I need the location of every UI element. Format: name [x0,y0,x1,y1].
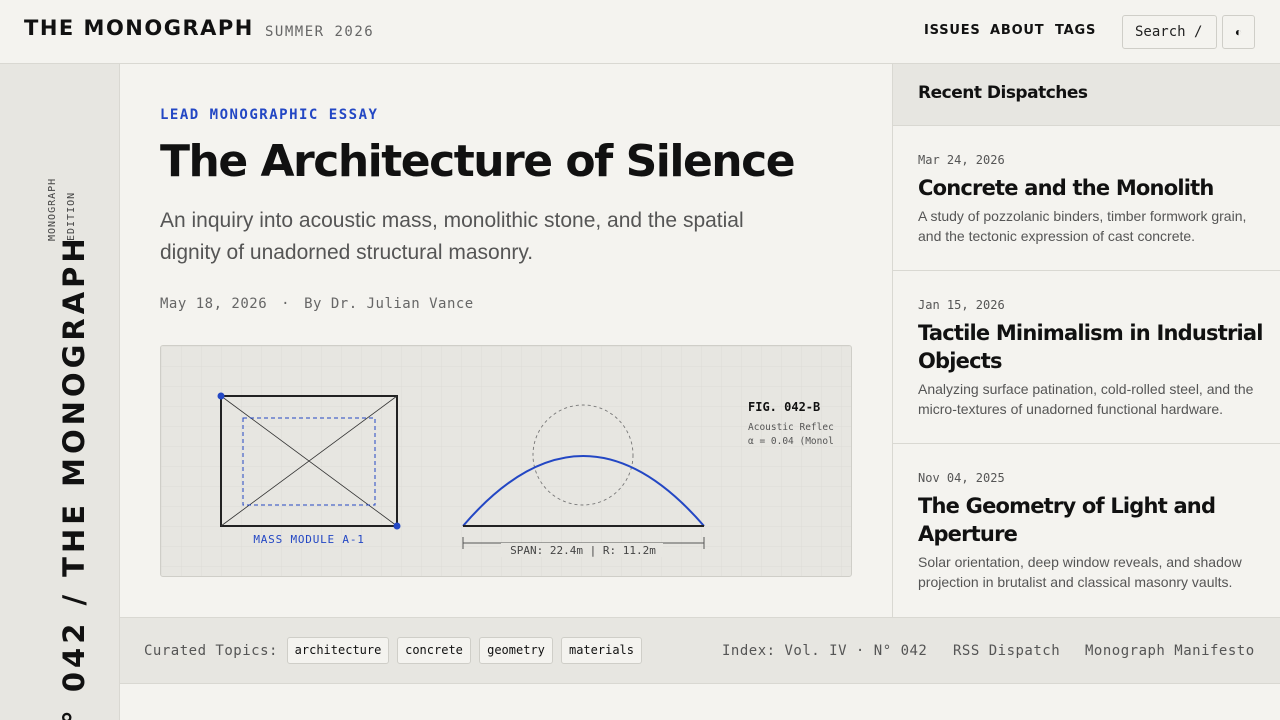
dispatch-title[interactable]: Concrete and the Monolith [918,174,1263,202]
tag-geometry[interactable]: geometry [479,637,553,664]
article-kicker: LEAD MONOGRAPHIC ESSAY [160,107,379,123]
recent-dispatches-sidebar: Recent Dispatches Mar 24, 2026 Concrete … [892,64,1280,617]
figure-caption-line1: Acoustic Reflec [748,422,834,433]
rss-link[interactable]: RSS Dispatch [953,643,1060,659]
theme-toggle-icon[interactable]: ◐ [1222,15,1255,49]
article-meta: May 18, 2026 · By Dr. Julian Vance [160,296,474,312]
topics-label: Curated Topics: [144,643,278,659]
top-navigation-bar: THE MONOGRAPH SUMMER 2026 ISSUES ABOUT T… [0,0,1280,64]
span-label: SPAN: 22.4m | R: 11.2m [510,544,656,557]
volume-index: Index: Vol. IV · N° 042 [722,643,928,659]
manifesto-link[interactable]: Monograph Manifesto [1085,643,1255,659]
figure-id: FIG. 042-B [748,400,820,414]
article-subtitle: An inquiry into acoustic mass, monolithi… [160,209,744,264]
dispatch-item[interactable]: Nov 04, 2025 The Geometry of Light and A… [893,444,1280,617]
search-button[interactable]: Search / [1122,15,1217,49]
dispatch-item[interactable]: Mar 24, 2026 Concrete and the Monolith A… [893,126,1280,271]
site-logo[interactable]: THE MONOGRAPH [24,16,254,40]
nav-issues[interactable]: ISSUES [924,23,981,38]
spine-sub-line1: MONOGRAPH [47,177,58,241]
tag-materials[interactable]: materials [561,637,642,664]
edition-label: SUMMER 2026 [265,24,375,40]
spine-sub-line2: EDITION [66,191,77,241]
vertical-spine: N° 042 / THE MONOGRAPH MONOGRAPH EDITION [0,64,120,720]
tag-concrete[interactable]: concrete [397,637,471,664]
dispatch-item[interactable]: Jan 15, 2026 Tactile Minimalism in Indus… [893,271,1280,444]
article-title[interactable]: The Architecture of Silence [160,136,796,187]
spine-subtitle: MONOGRAPH EDITION [43,178,81,241]
article-date: May 18, 2026 [160,296,268,312]
dispatch-date: Jan 15, 2026 [918,298,1005,312]
module-node-bottom-right [393,522,401,530]
dispatch-title[interactable]: Tactile Minimalism in Industrial Objects [918,319,1263,375]
article-byline: By Dr. Julian Vance [304,296,474,312]
topics-footer: Curated Topics: architecture concrete ge… [120,617,1280,684]
sidebar-header: Recent Dispatches [893,64,1280,126]
dispatch-date: Nov 04, 2025 [918,471,1005,485]
module-node-top-left [217,392,225,400]
meta-separator: · [281,296,291,312]
tag-architecture[interactable]: architecture [287,637,389,664]
spine-title: N° 042 / THE MONOGRAPH [57,234,91,720]
dispatch-date: Mar 24, 2026 [918,153,1005,167]
figure-caption-line2: α = 0.04 (Monol [748,436,834,447]
nav-about[interactable]: ABOUT [990,23,1044,38]
dispatch-title[interactable]: The Geometry of Light and Aperture [918,492,1263,548]
module-label: MASS MODULE A-1 [253,533,364,546]
figure-diagram: MASS MODULE A-1 SPAN: 22.4m | R: 11.2m F… [161,346,851,576]
dispatch-description: Solar orientation, deep window reveals, … [918,554,1242,590]
dispatch-description: Analyzing surface patination, cold-rolle… [918,381,1254,417]
sidebar-heading: Recent Dispatches [918,83,1088,103]
nav-tags[interactable]: TAGS [1055,23,1096,38]
article-figure: MASS MODULE A-1 SPAN: 22.4m | R: 11.2m F… [160,345,852,577]
dispatch-description: A study of pozzolanic binders, timber fo… [918,208,1247,244]
